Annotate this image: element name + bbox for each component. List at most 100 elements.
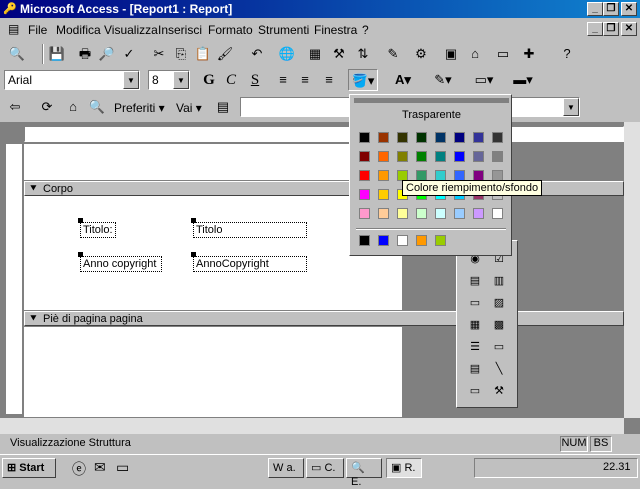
- autoformat-icon[interactable]: ✎: [382, 43, 404, 65]
- line-icon[interactable]: ╲: [489, 359, 509, 379]
- color-swatch[interactable]: [416, 208, 427, 219]
- go-menu[interactable]: Vai ▾: [176, 101, 202, 115]
- new-object-icon[interactable]: ✚: [518, 43, 540, 65]
- builder-icon[interactable]: ⌂: [464, 43, 486, 65]
- help-icon[interactable]: ?: [556, 43, 578, 65]
- color-swatch[interactable]: [435, 208, 446, 219]
- font-color-button[interactable]: A▾: [388, 69, 418, 91]
- menu-visualizza[interactable]: Visualizza: [104, 23, 158, 37]
- section-bar-footer[interactable]: ⯆ Piè di pagina pagina: [24, 311, 624, 326]
- vertical-scrollbar[interactable]: [624, 122, 640, 418]
- print-icon[interactable]: 🖶: [74, 43, 96, 65]
- recent-color-swatch[interactable]: [378, 235, 389, 246]
- color-swatch[interactable]: [435, 132, 446, 143]
- color-swatch[interactable]: [454, 132, 465, 143]
- horizontal-scrollbar[interactable]: [0, 418, 624, 434]
- code-icon[interactable]: ⚙: [410, 43, 432, 65]
- line-width-button[interactable]: ▭▾: [470, 69, 498, 91]
- properties-icon[interactable]: ▣: [440, 43, 462, 65]
- doc-close-button[interactable]: ✕: [621, 22, 637, 36]
- start-button[interactable]: ⊞ Start: [2, 458, 56, 478]
- color-swatch[interactable]: [378, 189, 389, 200]
- textbox-titolo[interactable]: Titolo: [193, 222, 307, 238]
- menu-strumenti[interactable]: Strumenti: [258, 23, 309, 37]
- font-combo[interactable]: Arial ▼: [4, 70, 140, 90]
- subform-icon[interactable]: ▤: [465, 359, 485, 379]
- recent-color-swatch[interactable]: [435, 235, 446, 246]
- preview-icon[interactable]: 🔎: [96, 43, 118, 65]
- combobox-icon[interactable]: ▤: [465, 271, 485, 291]
- bound-frame-icon[interactable]: ▩: [489, 315, 509, 335]
- menu-inserisci[interactable]: Inserisci: [158, 23, 202, 37]
- color-swatch[interactable]: [435, 151, 446, 162]
- doc-icon[interactable]: ▤: [8, 22, 19, 36]
- color-swatch[interactable]: [473, 132, 484, 143]
- field-list-icon[interactable]: ▦: [304, 43, 326, 65]
- undo-icon[interactable]: ↶: [246, 43, 268, 65]
- task-report[interactable]: ▣ R.: [386, 458, 422, 478]
- back-icon[interactable]: ⇦: [4, 96, 26, 118]
- color-swatch[interactable]: [359, 132, 370, 143]
- align-center-icon[interactable]: ≡: [294, 69, 316, 91]
- textbox-anno-copyright[interactable]: AnnoCopyright: [193, 256, 307, 272]
- transparent-option[interactable]: Trasparente: [350, 109, 513, 121]
- chevron-down-icon[interactable]: ▼: [563, 98, 579, 116]
- view-icon[interactable]: 🔍: [6, 43, 28, 65]
- color-swatch[interactable]: [492, 208, 503, 219]
- task-c[interactable]: ▭ C.: [306, 458, 344, 478]
- command-button-icon[interactable]: ▭: [465, 293, 485, 313]
- chevron-down-icon[interactable]: ▼: [123, 71, 139, 89]
- close-button[interactable]: ✕: [621, 2, 637, 16]
- hyperlink-icon[interactable]: 🌐: [276, 43, 298, 65]
- rectangle-icon[interactable]: ▭: [465, 381, 485, 401]
- size-combo[interactable]: 8 ▼: [148, 70, 190, 90]
- doc-minimize-button[interactable]: _: [587, 22, 603, 36]
- color-swatch[interactable]: [397, 132, 408, 143]
- color-swatch[interactable]: [454, 208, 465, 219]
- color-swatch[interactable]: [492, 132, 503, 143]
- maximize-button[interactable]: ❐: [603, 2, 619, 16]
- color-swatch[interactable]: [359, 208, 370, 219]
- menu-help[interactable]: ?: [362, 23, 369, 37]
- paste-icon[interactable]: 📋: [192, 43, 214, 65]
- color-swatch[interactable]: [359, 151, 370, 162]
- recent-color-swatch[interactable]: [397, 235, 408, 246]
- color-swatch[interactable]: [416, 151, 427, 162]
- minimize-button[interactable]: _: [587, 2, 603, 16]
- color-swatch[interactable]: [416, 132, 427, 143]
- bold-button[interactable]: G: [198, 69, 220, 91]
- copy-icon[interactable]: ⎘: [170, 43, 192, 65]
- color-swatch[interactable]: [359, 170, 370, 181]
- color-swatch[interactable]: [378, 170, 389, 181]
- save-icon[interactable]: 💾: [46, 43, 68, 65]
- listbox-icon[interactable]: ▥: [489, 271, 509, 291]
- unbound-frame-icon[interactable]: ▦: [465, 315, 485, 335]
- special-effect-button[interactable]: ▬▾: [508, 69, 538, 91]
- cut-icon[interactable]: ✂: [148, 43, 170, 65]
- color-swatch[interactable]: [378, 208, 389, 219]
- line-color-button[interactable]: ✎▾: [428, 69, 458, 91]
- color-swatch[interactable]: [397, 151, 408, 162]
- doc-restore-button[interactable]: ❐: [603, 22, 619, 36]
- task-explorer[interactable]: 🔍 E.: [346, 458, 382, 488]
- more-controls-icon[interactable]: ⚒: [489, 381, 509, 401]
- label-titolo[interactable]: Titolo:: [80, 222, 116, 238]
- recent-color-swatch[interactable]: [416, 235, 427, 246]
- database-window-icon[interactable]: ▭: [492, 43, 514, 65]
- outlook-icon[interactable]: ✉: [94, 459, 106, 476]
- align-right-icon[interactable]: ≡: [318, 69, 340, 91]
- align-left-icon[interactable]: ≡: [272, 69, 294, 91]
- menu-finestra[interactable]: Finestra: [314, 23, 357, 37]
- format-painter-icon[interactable]: 🖌: [214, 43, 236, 65]
- color-swatch[interactable]: [397, 208, 408, 219]
- menu-file[interactable]: File: [28, 23, 47, 37]
- show-web-icon[interactable]: ▤: [212, 96, 234, 118]
- spelling-icon[interactable]: ✓: [118, 43, 140, 65]
- image-icon[interactable]: ▨: [489, 293, 509, 313]
- recent-color-swatch[interactable]: [359, 235, 370, 246]
- ie-icon[interactable]: ⓔ: [72, 459, 86, 479]
- color-swatch[interactable]: [473, 151, 484, 162]
- color-swatch[interactable]: [378, 151, 389, 162]
- clock[interactable]: 22.31: [603, 461, 631, 473]
- desktop-icon[interactable]: ▭: [116, 459, 129, 476]
